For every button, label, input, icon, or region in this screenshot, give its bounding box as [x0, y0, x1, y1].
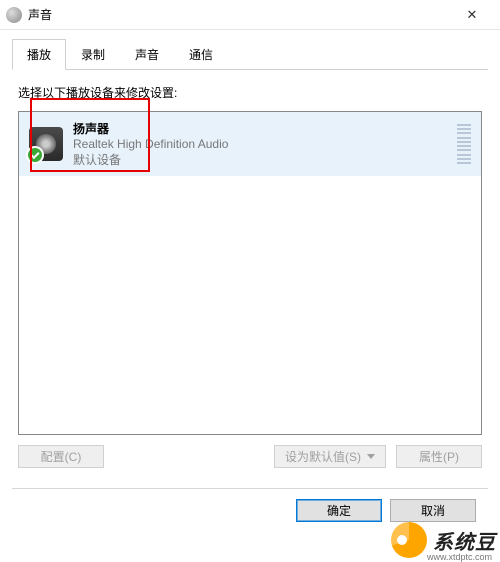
- device-description: Realtek High Definition Audio: [73, 137, 457, 151]
- watermark-brand: 系统豆: [433, 526, 496, 555]
- watermark-url: www.xtdptc.com: [427, 552, 492, 562]
- titlebar: 声音 ✕: [0, 0, 500, 30]
- tab-recording[interactable]: 录制: [66, 39, 120, 70]
- tab-sounds[interactable]: 声音: [120, 39, 174, 70]
- level-meter: [457, 124, 471, 164]
- tab-panel-playback: 选择以下播放设备来修改设置: 扬声器 Realtek High Definiti…: [12, 70, 488, 474]
- device-text: 扬声器 Realtek High Definition Audio 默认设备: [73, 120, 457, 168]
- tab-strip: 播放 录制 声音 通信: [12, 38, 488, 70]
- cancel-button[interactable]: 取消: [390, 499, 476, 522]
- device-name: 扬声器: [73, 120, 457, 137]
- dialog-content: 播放 录制 声音 通信 选择以下播放设备来修改设置: 扬声器 Realtek H…: [0, 30, 500, 534]
- device-status: 默认设备: [73, 151, 457, 168]
- tab-playback[interactable]: 播放: [12, 39, 66, 70]
- instruction-text: 选择以下播放设备来修改设置:: [18, 84, 482, 101]
- close-button[interactable]: ✕: [450, 0, 494, 30]
- device-button-row: 配置(C) 设为默认值(S) 属性(P): [18, 445, 482, 468]
- device-list[interactable]: 扬声器 Realtek High Definition Audio 默认设备: [18, 111, 482, 435]
- device-icon-wrap: [29, 127, 63, 161]
- ok-button[interactable]: 确定: [296, 499, 382, 522]
- window-title: 声音: [28, 6, 450, 23]
- configure-button: 配置(C): [18, 445, 104, 468]
- device-item[interactable]: 扬声器 Realtek High Definition Audio 默认设备: [19, 112, 481, 176]
- default-check-icon: [26, 146, 44, 164]
- watermark-logo-icon: [391, 522, 427, 558]
- tab-communications[interactable]: 通信: [174, 39, 228, 70]
- properties-button: 属性(P): [396, 445, 482, 468]
- window-icon: [6, 7, 22, 23]
- set-default-button: 设为默认值(S): [274, 445, 386, 468]
- close-icon: ✕: [467, 7, 478, 23]
